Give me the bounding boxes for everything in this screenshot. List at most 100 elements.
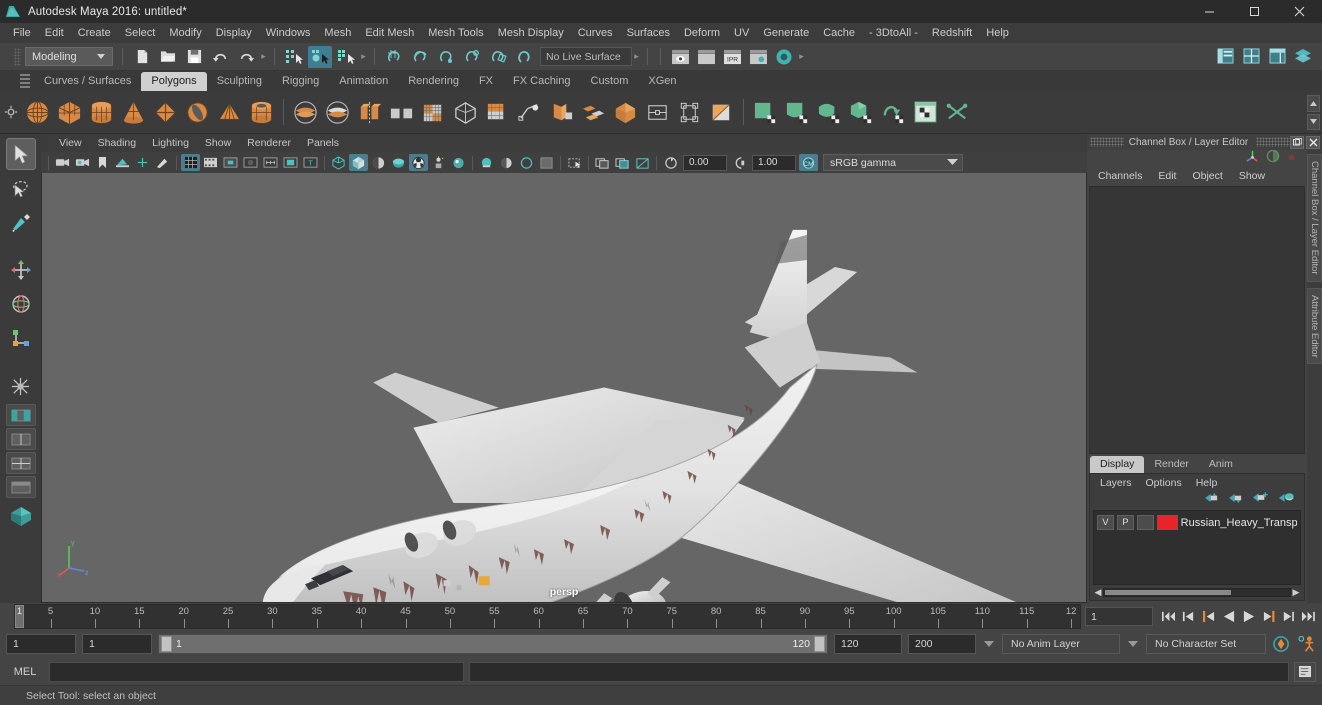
- poly-sphere-icon[interactable]: [22, 95, 53, 129]
- rotate-tool-icon[interactable]: [6, 288, 36, 320]
- uv-cut-sew-icon[interactable]: [942, 95, 973, 129]
- new-layer-icon[interactable]: [1253, 491, 1269, 509]
- viewport-menu-renderer[interactable]: Renderer: [239, 137, 299, 149]
- menu-item-cache[interactable]: Cache: [816, 24, 862, 42]
- sidetab-attribute-editor[interactable]: Attribute Editor: [1307, 287, 1322, 365]
- layer-horizontal-scrollbar[interactable]: ◀ ▶: [1093, 586, 1301, 598]
- bookmark-icon[interactable]: [93, 154, 112, 171]
- two-d-pan-zoom-icon[interactable]: [133, 154, 152, 171]
- snap-view-plane-icon[interactable]: [486, 46, 510, 68]
- two-pane-layout-icon[interactable]: [5, 428, 36, 450]
- command-language-label[interactable]: MEL: [6, 666, 44, 678]
- range-slider[interactable]: 1 120: [158, 634, 828, 654]
- persp-viewport[interactable]: persp y x z: [41, 173, 1087, 603]
- xray-icon[interactable]: [429, 154, 448, 171]
- camera-attributes-icon[interactable]: [73, 154, 92, 171]
- layer-color-swatch[interactable]: [1156, 515, 1178, 530]
- shelf-grip[interactable]: [20, 74, 30, 88]
- gamma-value-field[interactable]: 1.00: [752, 154, 796, 171]
- go-to-start-icon[interactable]: [1159, 607, 1178, 627]
- step-back-keyframe-icon[interactable]: [1179, 607, 1198, 627]
- menu-item-3dtoall[interactable]: - 3DtoAll -: [862, 24, 925, 42]
- layer-type-toggle[interactable]: [1136, 515, 1154, 530]
- hypershade-icon[interactable]: [772, 46, 796, 68]
- select-camera-icon[interactable]: [53, 154, 72, 171]
- viewport-snapshot-icon[interactable]: [633, 154, 652, 171]
- shelf-tab-fx[interactable]: FX: [469, 72, 503, 91]
- layer-playback-toggle[interactable]: P: [1116, 515, 1134, 530]
- smooth-shade-all-icon[interactable]: [349, 154, 368, 171]
- paint-select-tool-icon[interactable]: [6, 206, 36, 238]
- panel-drag-handle-right[interactable]: [1256, 137, 1290, 147]
- go-to-end-icon[interactable]: [1299, 607, 1318, 627]
- anim-layer-chevron-icon[interactable]: [982, 641, 996, 647]
- four-pane-layout-icon[interactable]: [5, 452, 36, 474]
- scroll-left-icon[interactable]: ◀: [1093, 587, 1103, 598]
- image-plane-icon[interactable]: [113, 154, 132, 171]
- viewport-menu-view[interactable]: View: [51, 137, 90, 149]
- poly-cylinder-icon[interactable]: [86, 95, 117, 129]
- shadows-icon[interactable]: [517, 154, 536, 171]
- menu-item-deform[interactable]: Deform: [677, 24, 727, 42]
- snap-curve-icon[interactable]: [408, 46, 432, 68]
- shelf-scroll-up-icon[interactable]: [1307, 95, 1320, 112]
- smooth-shade-selected-icon[interactable]: [369, 154, 388, 171]
- range-start-handle[interactable]: [161, 636, 172, 652]
- screen-space-ao-icon[interactable]: [537, 154, 556, 171]
- poly-pipe-icon[interactable]: [246, 95, 277, 129]
- poly-cone-icon[interactable]: [118, 95, 149, 129]
- snap-grid-icon[interactable]: [382, 46, 406, 68]
- poly-extrude-icon[interactable]: [482, 95, 513, 129]
- move-tool-icon[interactable]: [6, 254, 36, 286]
- channel-box-attribute-area[interactable]: [1089, 186, 1305, 454]
- gate-mask-icon[interactable]: [241, 154, 260, 171]
- move-layer-up-icon[interactable]: [1205, 491, 1220, 509]
- menu-item-edit-mesh[interactable]: Edit Mesh: [358, 24, 421, 42]
- poly-bevel-icon[interactable]: [514, 95, 545, 129]
- uv-unfold-icon[interactable]: [878, 95, 909, 129]
- wireframe-on-shaded-icon[interactable]: [409, 154, 428, 171]
- xray-joints-icon[interactable]: [449, 154, 468, 171]
- title-safe-icon[interactable]: T: [301, 154, 320, 171]
- menu-item-mesh[interactable]: Mesh: [317, 24, 358, 42]
- select-by-hierarchy-icon[interactable]: [282, 46, 306, 68]
- film-gate-icon[interactable]: [201, 154, 220, 171]
- lights-all-icon[interactable]: [497, 154, 516, 171]
- menu-item-windows[interactable]: Windows: [259, 24, 318, 42]
- layer-visibility-toggle[interactable]: V: [1097, 515, 1114, 530]
- selection-mask-arrow[interactable]: ▸: [359, 51, 368, 62]
- poly-boolean-union-icon[interactable]: [290, 95, 321, 129]
- ipr-render-icon[interactable]: IPR: [720, 46, 744, 68]
- scroll-track[interactable]: [1103, 587, 1291, 597]
- close-icon[interactable]: [1306, 135, 1320, 149]
- animation-start-field[interactable]: 1: [6, 634, 76, 654]
- expand-panel-icon[interactable]: [1265, 45, 1289, 67]
- shelf-tab-animation[interactable]: Animation: [329, 72, 398, 91]
- play-forwards-icon[interactable]: [1239, 607, 1258, 627]
- menu-item-curves[interactable]: Curves: [571, 24, 620, 42]
- poly-torus-icon[interactable]: [182, 95, 213, 129]
- menu-item-file[interactable]: File: [6, 24, 38, 42]
- uv-editor-icon[interactable]: [910, 95, 941, 129]
- command-output[interactable]: [469, 661, 1289, 682]
- grid-icon[interactable]: [181, 154, 200, 171]
- show-manipulator-icon[interactable]: [6, 370, 36, 402]
- uv-automatic-icon[interactable]: [846, 95, 877, 129]
- statusline-grip[interactable]: [14, 47, 21, 66]
- new-scene-icon[interactable]: [130, 46, 154, 68]
- step-forward-keyframe-icon[interactable]: [1279, 607, 1298, 627]
- poly-pyramid-icon[interactable]: [214, 95, 245, 129]
- shelf-scroll-down-icon[interactable]: [1307, 113, 1320, 130]
- menu-item-create[interactable]: Create: [71, 24, 118, 42]
- move-layer-down-icon[interactable]: [1229, 491, 1244, 509]
- render-current-frame-icon[interactable]: [694, 46, 718, 68]
- persp-outliner-layout-icon[interactable]: [5, 476, 36, 498]
- close-icon[interactable]: [1277, 0, 1322, 23]
- shelf-tab-curves-surfaces[interactable]: Curves / Surfaces: [34, 72, 141, 91]
- wireframe-icon[interactable]: [329, 154, 348, 171]
- layers-icon[interactable]: [1291, 45, 1315, 67]
- character-set-selector[interactable]: No Character Set: [1146, 634, 1266, 654]
- film-origin-icon[interactable]: [261, 154, 280, 171]
- grease-pencil-icon[interactable]: [153, 154, 172, 171]
- uv-spherical-icon[interactable]: [814, 95, 845, 129]
